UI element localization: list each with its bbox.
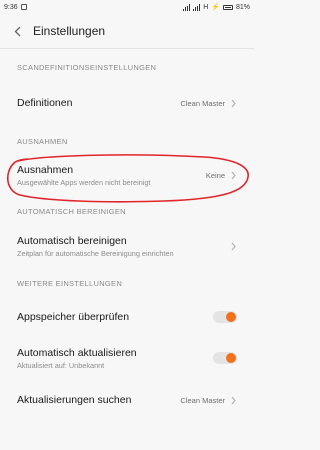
chevron-right-icon (231, 98, 237, 108)
auto-update-toggle[interactable] (213, 352, 237, 364)
app-header: Einstellungen (0, 14, 254, 48)
row-value: Clean Master (180, 395, 225, 405)
status-time: 9:36 (4, 3, 18, 11)
status-left: 9:36 (4, 4, 27, 11)
row-appspeicher: Appspeicher überprüfen (0, 297, 254, 337)
row-text: Definitionen (17, 97, 180, 109)
row-value: Clean Master (180, 98, 225, 108)
row-auto-update: Automatisch aktualisieren Aktualisiert a… (0, 337, 254, 379)
row-value: Keine (205, 170, 225, 180)
toggle-knob (226, 312, 236, 322)
row-text: Ausnahmen Ausgewählte Apps werden nicht … (17, 164, 206, 187)
section-header-weitere: WEITERE EINSTELLUNGEN (17, 279, 123, 288)
chevron-right-icon (231, 170, 237, 180)
back-arrow-icon[interactable] (10, 24, 24, 38)
battery-icon (222, 4, 233, 10)
row-text: Automatisch aktualisieren Aktualisiert a… (17, 347, 213, 370)
notification-icon (20, 4, 27, 10)
section-header-auto: AUTOMATISCH BEREINIGEN (17, 207, 126, 216)
row-text: Aktualisierungen suchen (17, 394, 180, 406)
section-header-scan: SCANDEFINITIONSEINSTELLUNGEN (17, 63, 157, 72)
signal-icon (183, 3, 191, 11)
chevron-right-icon (231, 241, 237, 251)
battery-percent: 81% (235, 3, 250, 11)
charging-icon: ⚡ (211, 4, 220, 11)
row-subtitle: Aktualisiert auf: Unbekannt (17, 360, 105, 370)
row-aktualisierungen-suchen[interactable]: Aktualisierungen suchen Clean Master (0, 379, 254, 421)
status-bar: 9:36 H ⚡ 81% (0, 0, 254, 14)
network-type: H (203, 3, 209, 11)
row-text: Automatisch bereinigen Zeitplan für auto… (17, 235, 231, 258)
row-subtitle: Ausgewählte Apps werden nicht bereinigt (17, 177, 151, 187)
row-title: Aktualisierungen suchen (17, 394, 132, 406)
appspeicher-toggle[interactable] (213, 311, 237, 323)
toggle-knob (226, 353, 236, 363)
row-ausnahmen[interactable]: Ausnahmen Ausgewählte Apps werden nicht … (0, 155, 254, 195)
page-title: Einstellungen (33, 24, 106, 38)
section-header-ausnahmen: AUSNAHMEN (17, 137, 68, 146)
row-automatisch-bereinigen[interactable]: Automatisch bereinigen Zeitplan für auto… (0, 225, 254, 267)
row-title: Ausnahmen (17, 163, 74, 176)
row-title: Definitionen (17, 97, 73, 109)
row-definitionen[interactable]: Definitionen Clean Master (0, 83, 254, 123)
signal-icon-2 (193, 3, 201, 11)
chevron-right-icon (231, 395, 237, 405)
row-title: Appspeicher überprüfen (17, 311, 130, 323)
status-right: H ⚡ 81% (183, 3, 250, 11)
row-text: Appspeicher überprüfen (17, 311, 213, 323)
row-subtitle: Zeitplan für automatische Bereinigung ei… (17, 248, 174, 258)
row-title: Automatisch bereinigen (17, 234, 127, 247)
row-title: Automatisch aktualisieren (17, 346, 137, 359)
